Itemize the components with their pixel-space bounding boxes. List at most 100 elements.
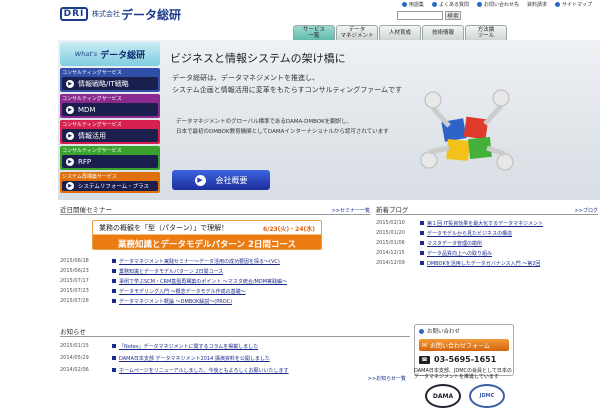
menu-link-rfp[interactable]: ▶ RFP [62, 155, 158, 168]
arrow-right-icon: ▶ [194, 174, 206, 186]
bullet-icon [419, 328, 424, 334]
util-link-faq[interactable]: よくある質問 [431, 1, 469, 8]
logo-mark: DRI [60, 7, 88, 21]
list-item: 2015/01/15 「Notes」データマネジメントに関するコラムを掲載しました [60, 343, 259, 350]
banner-course-title: 業務知識とデータモデルパターン 2日間コース [117, 240, 297, 250]
service-menu: What's データ総研 コンサルティングサービス ▶ 情報戦略/IT戦略 コンサ… [60, 42, 160, 193]
bullet-icon [476, 2, 482, 7]
seminar-header: 近日開催セミナー >>セミナー一覧 [60, 204, 370, 215]
bullet-icon [112, 279, 116, 283]
puzzle-people-illustration [420, 89, 514, 171]
blog-list: 2015/02/10 第１回 IT投資効果を最大化するデータマネジメント 2015… [376, 218, 598, 268]
menu-block-reform: システム再構築サービス ▶ システムリフォーム・プラス [60, 172, 160, 193]
list-item: 2015/07/17 事例で学ぶSCM・CRM基盤再構築のポイント ～マスタ統合/… [60, 278, 288, 285]
utility-links: 用語集 よくある質問 お問い合わせ先 資料請求 サイトマップ [401, 1, 592, 8]
list-item: 2015/07/28 データマネジメント概論 ～DMBOK解説～(PROC) [60, 298, 233, 305]
util-link-contact[interactable]: お問い合わせ先 [476, 1, 519, 8]
menu-block-info-use: コンサルティングサービス ▶ 情報活用 [60, 120, 160, 144]
blog-title: 新着ブログ [376, 206, 409, 214]
bullet-icon [112, 356, 116, 360]
menu-link-it-strategy[interactable]: ▶ 情報戦略/IT戦略 [62, 77, 158, 90]
news-list: 2015/01/15 「Notes」データマネジメントに関するコラムを掲載しました… [60, 340, 410, 376]
banner-caption: 業務の概観を「型（パターン）」で理解！ [99, 224, 229, 232]
list-item: 2015/01/20 データモデルから見たビジネスの構造 [376, 230, 513, 237]
bullet-icon [420, 251, 424, 255]
site-search: 検索 [397, 11, 461, 20]
menu-block-rfp: コンサルティングサービス ▶ RFP [60, 146, 160, 170]
contact-form-button[interactable]: ✉ お問い合わせフォーム [419, 339, 509, 351]
bullet-icon [420, 231, 424, 235]
news-title: お知らせ [60, 328, 86, 336]
seminar-list: 2015/06/18 データマネジメント実践セミナー～データ活用の成功要因を探る～… [60, 256, 370, 306]
phone-icon: ☎ [419, 355, 430, 364]
menu-link-system-reform[interactable]: ▶ システムリフォーム・プラス [62, 181, 158, 191]
menu-block-mdm: コンサルティングサービス ▶ MDM [60, 94, 160, 118]
menu-header[interactable]: What's データ総研 [60, 42, 160, 66]
util-link-glossary[interactable]: 用語集 [401, 1, 424, 8]
bullet-icon [420, 261, 424, 265]
bullet-icon [420, 221, 424, 225]
search-button[interactable]: 検索 [445, 11, 461, 20]
tab-tech-info[interactable]: 技術情報 [422, 25, 464, 40]
menu-block-it-strategy: コンサルティングサービス ▶ 情報戦略/IT戦略 [60, 68, 160, 92]
menu-link-info-use[interactable]: ▶ 情報活用 [62, 129, 158, 142]
seminar-section: 近日開催セミナー >>セミナー一覧 業務の概観を「型（パターン）」で理解！ 6/… [60, 204, 370, 322]
bullet-icon [401, 2, 407, 7]
list-item: 2015/06/18 データマネジメント実践セミナー～データ活用の成功要因を探る～… [60, 258, 280, 265]
arrow-right-icon: ▶ [66, 79, 74, 88]
site-header: DRI 株式会社 データ総研 用語集 よくある質問 お問い合わせ先 資料請求 サ… [0, 0, 600, 40]
tab-training[interactable]: 人材育成 [379, 25, 421, 40]
logo-company-type: 株式会社 [92, 10, 120, 18]
tab-service-list[interactable]: サービス 一覧 [293, 25, 335, 40]
list-item: 2014/12/15 データ品質向上への取り組み [376, 250, 493, 257]
tab-methodology-tools[interactable]: 方法論 ツール [465, 25, 507, 40]
menu-link-mdm[interactable]: ▶ MDM [62, 103, 158, 116]
banner-date: 6/23(火)・24(水) [262, 226, 315, 233]
bullet-icon [112, 368, 116, 372]
seminar-title: 近日開催セミナー [60, 206, 112, 214]
arrow-right-icon: ▶ [66, 157, 74, 166]
news-section: お知らせ 2015/01/15 「Notes」データマネジメントに関するコラムを掲… [60, 326, 410, 400]
bullet-icon [554, 2, 560, 7]
util-link-docs[interactable]: 資料請求 [527, 1, 547, 8]
membership-text: DAMA日本支部、JDMCの会員として日本のデータマネジメントを推進しています [414, 368, 512, 380]
util-link-sitemap[interactable]: サイトマップ [554, 1, 592, 8]
news-list-link[interactable]: >>お知らせ一覧 [368, 375, 406, 382]
bullet-icon [112, 289, 116, 293]
hero-dama-text: 日本で最初のDMBOK教育機関としてDAMAインターナショナルから認可されていま… [176, 129, 389, 135]
contact-phone: ☎ 03-5695-1651 [419, 355, 509, 364]
hero-dama-text: データマネジメントのグローバル標準であるDAMA-DMBOKを翻訳し、 [176, 119, 353, 125]
seminar-banner[interactable]: 業務の概観を「型（パターン）」で理解！ 6/23(火)・24(水) 業務知識とデ… [92, 220, 322, 250]
hero-title: ビジネスと情報システムの架け橋に [170, 52, 346, 65]
company-overview-button[interactable]: ▶ 会社概要 [172, 170, 270, 190]
global-nav: サービス 一覧 データ マネジメント 人材育成 技術情報 方法論 ツール [293, 25, 507, 40]
hero-text: システム企画と情報活用に変革をもたらすコンサルティングファームです [172, 86, 403, 94]
arrow-right-icon: ▶ [66, 182, 74, 190]
blog-list-link[interactable]: >>ブログ [575, 207, 598, 214]
blog-section: 新着ブログ >>ブログ 2015/02/10 第１回 IT投資効果を最大化するデー… [376, 204, 598, 288]
company-logo[interactable]: DRI 株式会社 データ総研 [60, 6, 181, 22]
bullet-icon [420, 241, 424, 245]
bullet-icon [112, 259, 116, 263]
contact-title: お問い合わせ [415, 325, 513, 337]
jdmc-badge[interactable]: JDMC [469, 384, 505, 408]
tab-data-management[interactable]: データ マネジメント [336, 25, 378, 40]
list-item: 2015/02/10 第１回 IT投資効果を最大化するデータマネジメント [376, 220, 544, 227]
arrow-right-icon: ▶ [66, 131, 74, 140]
member-badges: DAMA JDMC [425, 384, 505, 408]
blog-header: 新着ブログ >>ブログ [376, 204, 598, 215]
bullet-icon [112, 344, 116, 348]
dama-badge[interactable]: DAMA [425, 384, 461, 408]
mail-icon: ✉ [422, 341, 428, 349]
list-item: 2015/07/23 データモデリング入門 ～概念データモデル作成の基礎～ [60, 288, 246, 295]
bullet-icon [112, 269, 116, 273]
hero-text: データ総研は、データマネジメントを推進し、 [172, 74, 319, 82]
list-item: 2015/01/06 マスタデータ管理の勘所 [376, 240, 483, 247]
bullet-icon [112, 299, 116, 303]
bullet-icon [431, 2, 437, 7]
list-item: 2014/05/29 DAMA日本支部 データマネジメント2014 講演資料を公開… [60, 355, 270, 362]
search-input[interactable] [397, 11, 443, 20]
list-item: 2015/06/23 業務知識とデータモデルパターン 2日間コース [60, 268, 224, 275]
seminar-list-link[interactable]: >>セミナー一覧 [332, 207, 370, 214]
list-item: 2014/12/09 DMBOKを活用したデータガバナンス入門 ～第2回 [376, 260, 541, 267]
